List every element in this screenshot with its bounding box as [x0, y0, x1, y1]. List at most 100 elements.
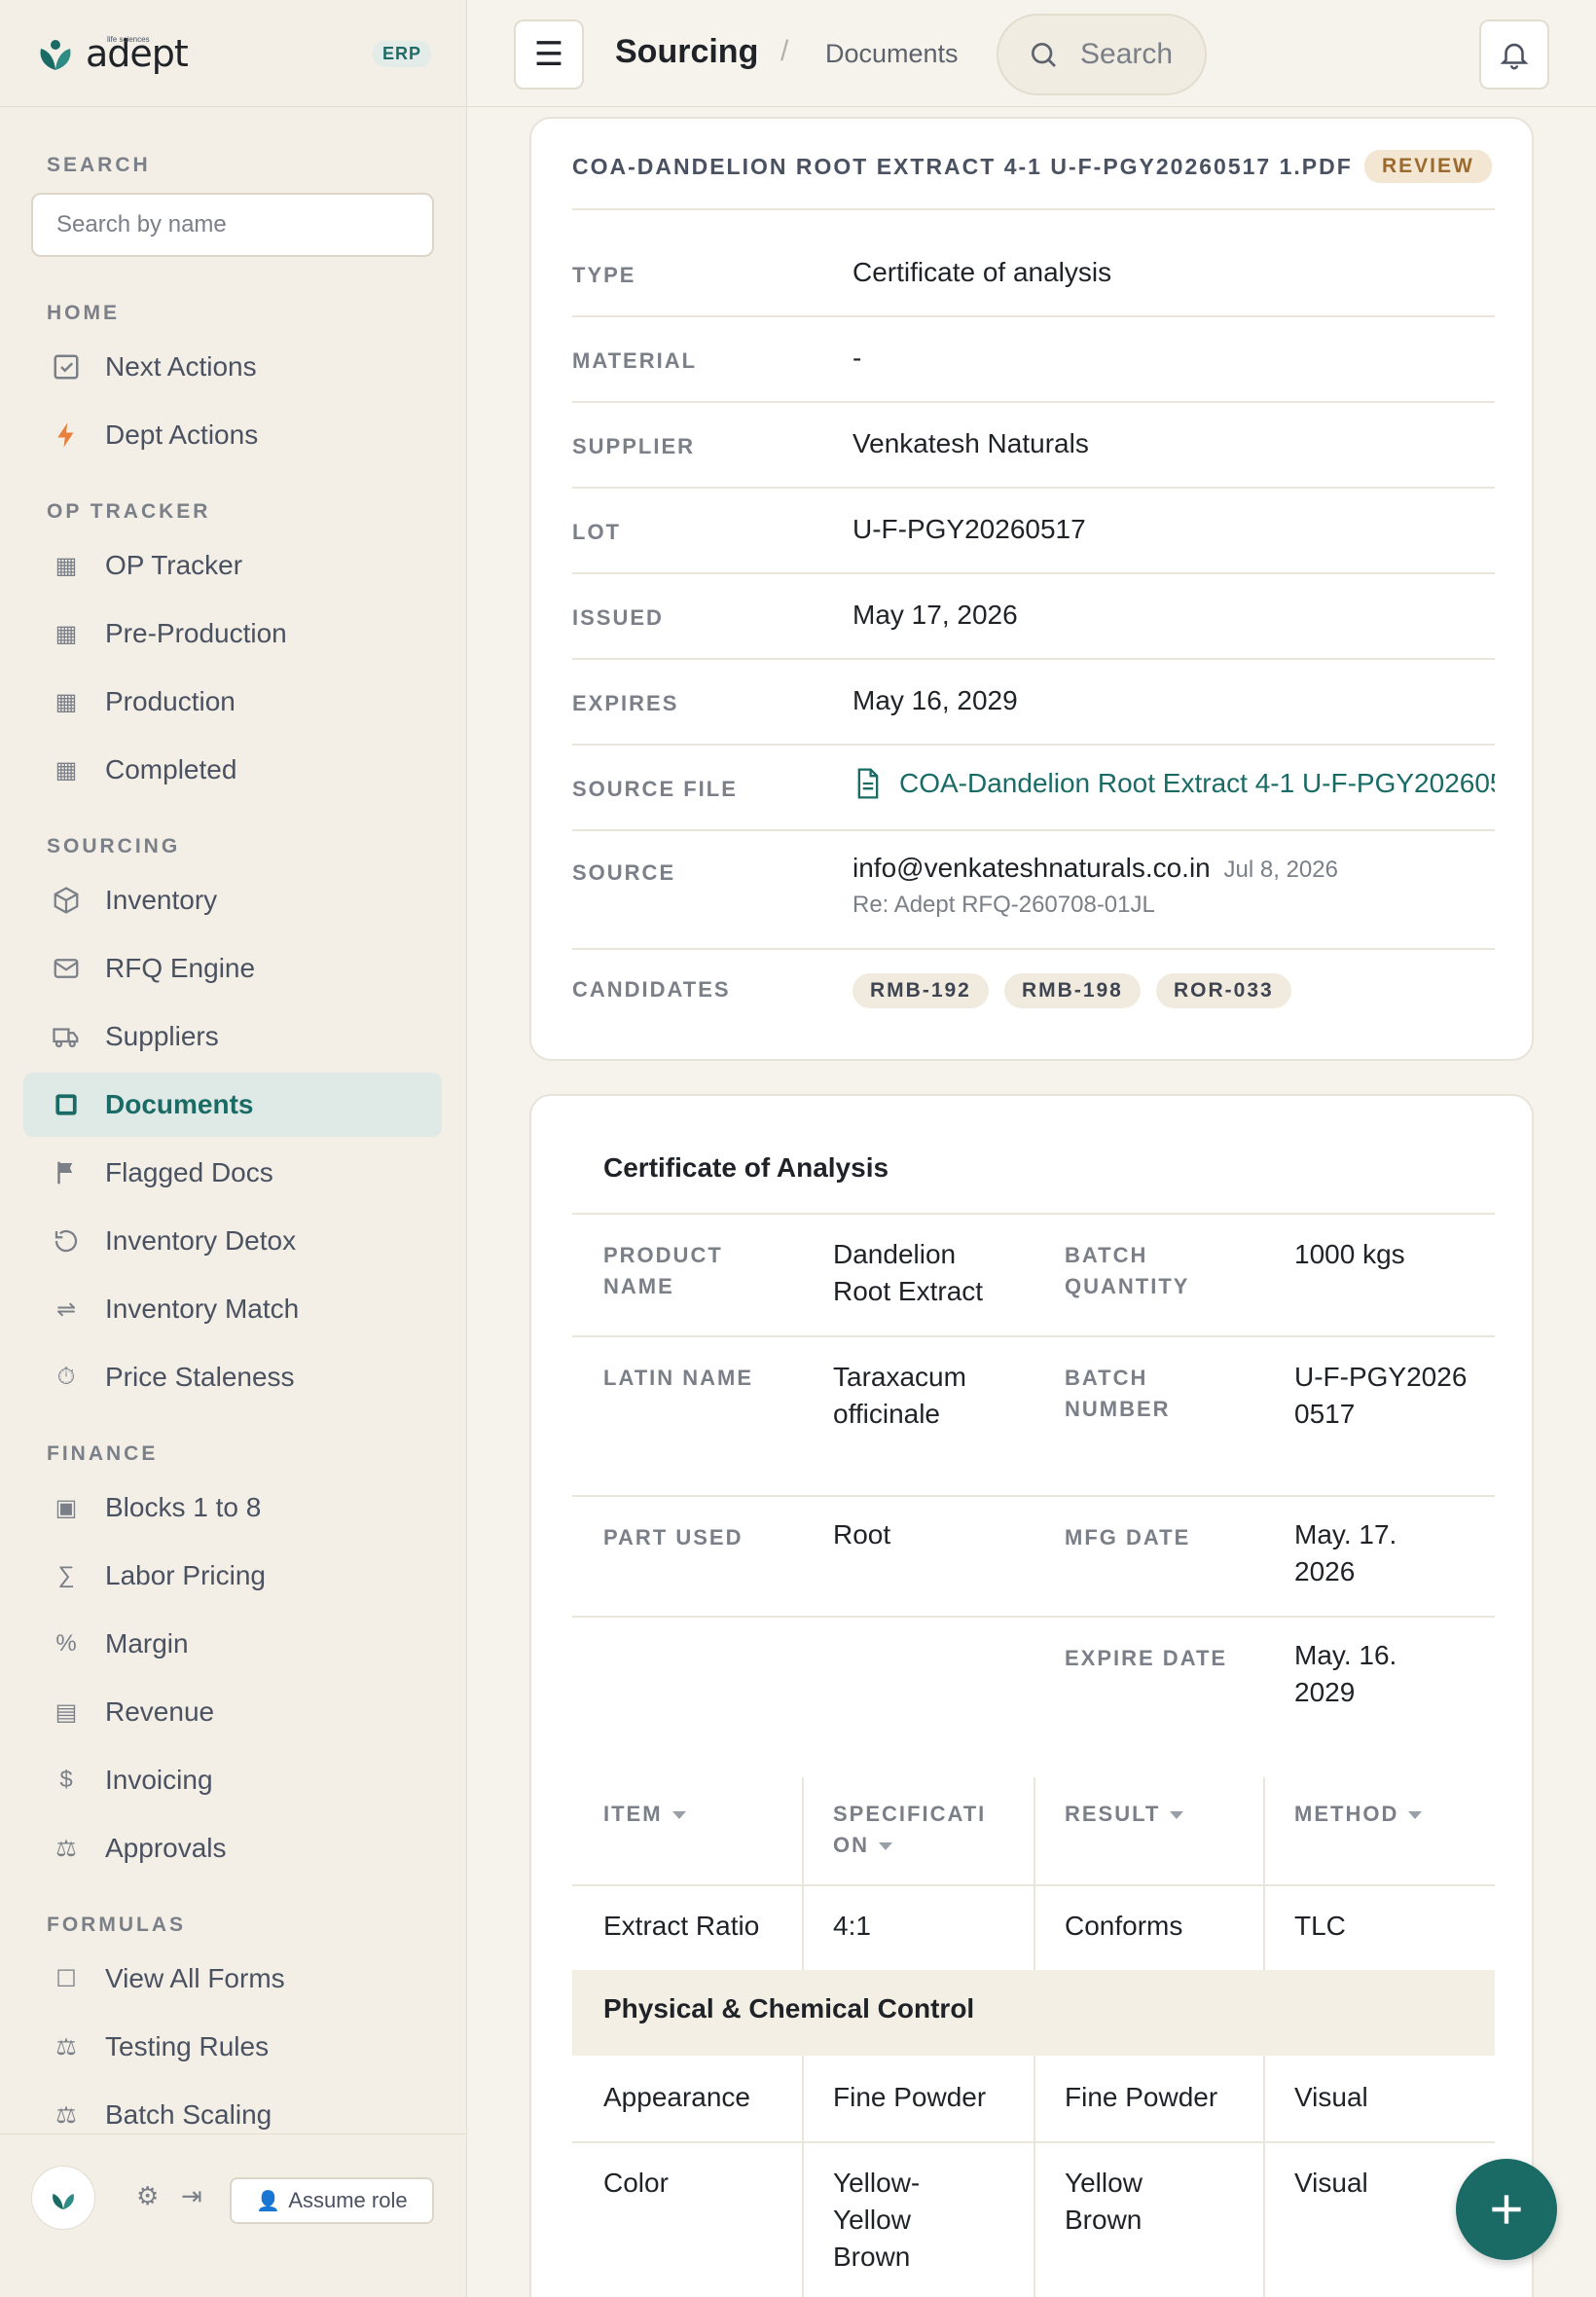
table-cell: Yellow Brown — [1065, 2168, 1143, 2235]
sidebar-item-label: Inventory Match — [105, 1294, 300, 1324]
home-section-label: HOME — [47, 302, 120, 324]
column-header-item[interactable]: ITEM — [603, 1799, 686, 1830]
table-cell: Fine Powder — [833, 2082, 987, 2112]
sidebar-item-invoicing[interactable]: $ Invoicing — [23, 1748, 442, 1812]
candidate-chip[interactable]: RMB-198 — [1004, 973, 1141, 1008]
expire-date-value: May. 16. 2029 — [1294, 1640, 1397, 1707]
sidebar-item-label: Price Staleness — [105, 1362, 295, 1392]
sidebar-item-rfq-engine[interactable]: RFQ Engine — [23, 936, 442, 1001]
user-avatar[interactable] — [31, 2166, 95, 2230]
file-icon — [857, 768, 879, 799]
sidebar-item-revenue[interactable]: ▤ Revenue — [23, 1680, 442, 1744]
grid-icon: ▦ — [54, 620, 78, 647]
document-icon — [51, 1089, 82, 1120]
divider — [572, 658, 1495, 660]
status-badge: REVIEW — [1364, 150, 1492, 183]
sidebar-item-label: Inventory Detox — [105, 1225, 297, 1256]
brand: adept life sciences ERP — [0, 0, 466, 107]
scale-icon: ⚖ — [55, 2033, 77, 2060]
sidebar-item-op-tracker[interactable]: ▦ OP Tracker — [23, 533, 442, 598]
sidebar-item-flagged-docs[interactable]: Flagged Docs — [23, 1141, 442, 1205]
sidebar-item-inventory[interactable]: Inventory — [23, 868, 442, 932]
hamburger-icon: ☰ — [533, 36, 564, 73]
header-search-input[interactable]: Search — [997, 14, 1207, 95]
issued-label: ISSUED — [572, 605, 664, 630]
table-group-label: Physical & Chemical Control — [603, 1993, 975, 2024]
sidebar-item-margin[interactable]: % Margin — [23, 1612, 442, 1676]
divider — [572, 948, 1495, 950]
sigma-icon: ∑ — [57, 1562, 75, 1588]
sidebar-item-label: Invoicing — [105, 1765, 213, 1795]
assume-role-label: Assume role — [288, 2188, 408, 2212]
settings-gear-icon[interactable]: ⚙ — [136, 2181, 159, 2211]
sidebar-item-next-actions[interactable]: Next Actions — [23, 335, 442, 399]
candidate-chip[interactable]: ROR-033 — [1156, 973, 1291, 1008]
erp-badge: ERP — [372, 41, 431, 67]
source-date: Jul 8, 2026 — [1223, 857, 1338, 883]
sidebar-search-input[interactable]: Search by name — [31, 193, 434, 257]
table-cell: Conforms — [1065, 1911, 1183, 1941]
sidebar-item-blocks[interactable]: ▣ Blocks 1 to 8 — [23, 1476, 442, 1540]
source-file-link[interactable]: COA-Dandelion Root Extract 4-1 U-F-PGY20… — [852, 767, 1495, 800]
formulas-section-label: FORMULAS — [47, 1914, 186, 1936]
notifications-button[interactable] — [1479, 19, 1549, 90]
logout-icon[interactable]: ⇥ — [181, 2181, 202, 2211]
divider — [572, 1884, 1495, 1886]
assume-role-button[interactable]: 👤 Assume role — [230, 2177, 434, 2224]
top-header: ☰ Sourcing / Documents Search — [467, 0, 1596, 107]
breadcrumb-section[interactable]: Sourcing — [615, 33, 758, 71]
batch-number-label: BATCH NUMBER — [1065, 1366, 1171, 1421]
source-email: info@venkateshnaturals.co.in — [852, 853, 1211, 883]
divider — [572, 829, 1495, 831]
divider — [572, 1495, 1495, 1497]
scale-icon: ⚖ — [55, 2101, 77, 2129]
adept-logo-icon — [35, 33, 76, 74]
column-header-method[interactable]: METHOD — [1294, 1799, 1423, 1830]
type-value: Certificate of analysis — [852, 257, 1112, 287]
expires-label: EXPIRES — [572, 691, 679, 715]
sidebar-item-label: Next Actions — [105, 351, 257, 382]
column-header-specification[interactable]: SPECIFICATION — [833, 1799, 998, 1861]
sidebar-item-inventory-match[interactable]: ⇌ Inventory Match — [23, 1277, 442, 1341]
sidebar-item-price-staleness[interactable]: ⏱ Price Staleness — [23, 1345, 442, 1409]
divider — [572, 2141, 1495, 2143]
sidebar-item-inventory-detox[interactable]: Inventory Detox — [23, 1209, 442, 1273]
divider — [572, 1616, 1495, 1618]
sidebar-item-dept-actions[interactable]: Dept Actions — [23, 403, 442, 467]
sidebar: adept life sciences ERP SEARCH Search by… — [0, 0, 467, 2297]
lot-value: U-F-PGY20260517 — [852, 514, 1086, 544]
sidebar-item-view-all-forms[interactable]: ☐ View All Forms — [23, 1947, 442, 2011]
sidebar-item-label: Pre-Production — [105, 618, 287, 648]
add-fab-button[interactable] — [1456, 2159, 1557, 2260]
batch-quantity-value: 1000 kgs — [1294, 1239, 1405, 1269]
timer-icon: ⏱ — [56, 1364, 76, 1390]
table-cell: Color — [603, 2168, 669, 2198]
divider — [572, 208, 1495, 210]
candidate-chip[interactable]: RMB-192 — [852, 973, 989, 1008]
sidebar-item-production[interactable]: ▦ Production — [23, 670, 442, 734]
batch-number-value: U-F-PGY20260517 — [1294, 1362, 1468, 1429]
scale-icon: ⚖ — [55, 1835, 77, 1862]
sidebar-item-documents[interactable]: Documents — [23, 1073, 442, 1137]
sidebar-item-completed[interactable]: ▦ Completed — [23, 738, 442, 802]
sidebar-item-testing-rules[interactable]: ⚖ Testing Rules — [23, 2015, 442, 2079]
menu-button[interactable]: ☰ — [514, 19, 584, 90]
breadcrumb-page[interactable]: Documents — [825, 39, 959, 69]
column-header-result[interactable]: RESULT — [1065, 1799, 1184, 1830]
sidebar-item-label: Completed — [105, 754, 237, 784]
source-value: info@venkateshnaturals.co.in Jul 8, 2026 — [852, 853, 1338, 884]
sidebar-item-approvals[interactable]: ⚖ Approvals — [23, 1816, 442, 1880]
sidebar-item-pre-production[interactable]: ▦ Pre-Production — [23, 602, 442, 666]
issued-value: May 17, 2026 — [852, 600, 1018, 630]
grid-icon: ▦ — [54, 756, 78, 784]
sidebar-item-labor-pricing[interactable]: ∑ Labor Pricing — [23, 1544, 442, 1608]
grid-icon: ▦ — [54, 552, 78, 579]
table-cell: Appearance — [603, 2082, 751, 2112]
header-search-placeholder: Search — [1080, 38, 1174, 70]
sidebar-item-suppliers[interactable]: Suppliers — [23, 1004, 442, 1069]
divider — [572, 572, 1495, 574]
supplier-value: Venkatesh Naturals — [852, 428, 1089, 458]
divider — [572, 401, 1495, 403]
sort-caret-icon — [1408, 1811, 1423, 1820]
table-cell: Yellow-Yellow Brown — [833, 2168, 921, 2272]
